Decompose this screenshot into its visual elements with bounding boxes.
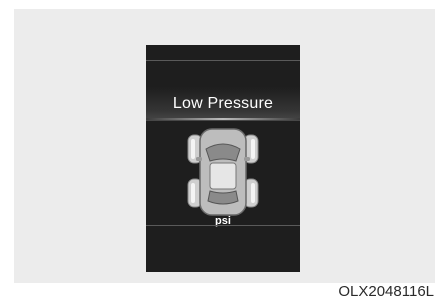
- bottom-divider: [146, 225, 300, 226]
- title-divider: [146, 118, 300, 120]
- car-top-view-icon: [187, 128, 259, 216]
- figure-code: OLX2048116L: [338, 283, 434, 300]
- warning-title: Low Pressure: [172, 95, 274, 112]
- top-divider: [146, 60, 300, 61]
- cluster-display: Low Pressure psi: [146, 45, 300, 272]
